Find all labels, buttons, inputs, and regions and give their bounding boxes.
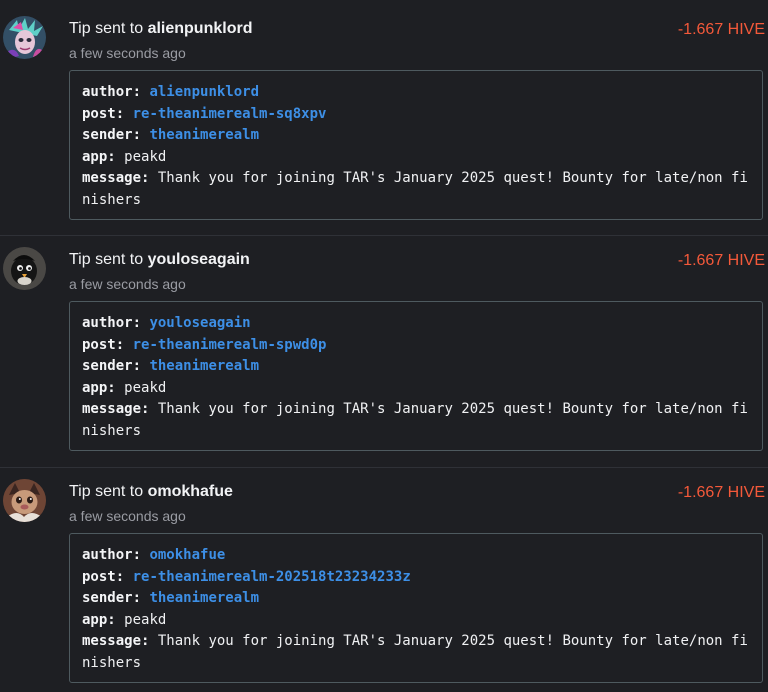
sender-row: sender: theanimerealm xyxy=(82,588,750,610)
author-key: author: xyxy=(82,84,142,100)
post-key: post: xyxy=(82,105,125,122)
recipient-link[interactable]: omokhafue xyxy=(148,483,233,500)
message-value: Thank you for joining TAR's January 2025… xyxy=(82,401,748,439)
timestamp: a few seconds ago xyxy=(69,508,186,524)
timestamp: a few seconds ago xyxy=(69,276,186,292)
tip-title: Tip sent to alienpunklord xyxy=(69,20,252,38)
tip-feed: Tip sent to alienpunklord -1.667 HIVE a … xyxy=(0,0,768,692)
app-value: peakd xyxy=(124,379,167,396)
author-key: author: xyxy=(82,547,142,563)
sender-key: sender: xyxy=(82,358,142,374)
tip-entry: Tip sent to youloseagain -1.667 HIVE a f… xyxy=(0,235,768,467)
post-row: post: re-theanimerealm-202518t23234233z xyxy=(82,567,750,589)
post-link[interactable]: re-theanimerealm-spwd0p xyxy=(133,337,327,353)
author-link[interactable]: omokhafue xyxy=(149,547,225,563)
tip-title: Tip sent to omokhafue xyxy=(69,483,233,501)
post-key: post: xyxy=(82,336,125,353)
app-key: app: xyxy=(82,611,116,628)
app-row: app: peakd xyxy=(82,378,750,400)
author-link[interactable]: alienpunklord xyxy=(149,84,259,100)
post-key: post: xyxy=(82,568,125,585)
author-row: author: alienpunklord xyxy=(82,82,750,104)
sender-link[interactable]: theanimerealm xyxy=(149,358,259,374)
recipient-link[interactable]: alienpunklord xyxy=(148,20,253,37)
sender-row: sender: theanimerealm xyxy=(82,125,750,147)
message-value: Thank you for joining TAR's January 2025… xyxy=(82,170,748,208)
message-key: message: xyxy=(82,401,150,417)
app-value: peakd xyxy=(124,148,167,165)
message-row: message: Thank you for joining TAR's Jan… xyxy=(82,399,750,442)
sender-row: sender: theanimerealm xyxy=(82,356,750,378)
recipient-link[interactable]: youloseagain xyxy=(148,251,250,268)
author-link[interactable]: youloseagain xyxy=(149,315,250,331)
avatar[interactable] xyxy=(3,16,46,59)
tip-entry: Tip sent to omokhafue -1.667 HIVE a few … xyxy=(0,467,768,692)
tip-entry: Tip sent to alienpunklord -1.667 HIVE a … xyxy=(0,4,768,236)
author-row: author: omokhafue xyxy=(82,545,750,567)
app-row: app: peakd xyxy=(82,610,750,632)
sender-key: sender: xyxy=(82,590,142,606)
message-key: message: xyxy=(82,633,150,649)
sender-link[interactable]: theanimerealm xyxy=(149,590,259,606)
message-value: Thank you for joining TAR's January 2025… xyxy=(82,633,748,671)
author-row: author: youloseagain xyxy=(82,313,750,335)
tip-details-box: author: youloseagain post: re-theanimere… xyxy=(69,301,763,451)
sender-link[interactable]: theanimerealm xyxy=(149,127,259,143)
post-row: post: re-theanimerealm-spwd0p xyxy=(82,335,750,357)
author-key: author: xyxy=(82,315,142,331)
title-prefix: Tip sent to xyxy=(69,20,148,37)
app-row: app: peakd xyxy=(82,147,750,169)
post-row: post: re-theanimerealm-sq8xpv xyxy=(82,104,750,126)
app-key: app: xyxy=(82,148,116,165)
sender-key: sender: xyxy=(82,127,142,143)
tip-title: Tip sent to youloseagain xyxy=(69,251,250,269)
app-key: app: xyxy=(82,379,116,396)
tip-amount: -1.667 HIVE xyxy=(677,252,765,269)
message-row: message: Thank you for joining TAR's Jan… xyxy=(82,168,750,211)
message-row: message: Thank you for joining TAR's Jan… xyxy=(82,631,750,674)
tip-details-box: author: alienpunklord post: re-theanimer… xyxy=(69,70,763,220)
tip-amount: -1.667 HIVE xyxy=(677,484,765,501)
app-value: peakd xyxy=(124,611,167,628)
post-link[interactable]: re-theanimerealm-202518t23234233z xyxy=(133,569,411,585)
message-key: message: xyxy=(82,170,150,186)
title-prefix: Tip sent to xyxy=(69,251,148,268)
tip-amount: -1.667 HIVE xyxy=(677,21,765,38)
avatar[interactable] xyxy=(3,479,46,522)
timestamp: a few seconds ago xyxy=(69,45,186,61)
title-prefix: Tip sent to xyxy=(69,483,148,500)
post-link[interactable]: re-theanimerealm-sq8xpv xyxy=(133,106,327,122)
avatar[interactable] xyxy=(3,247,46,290)
tip-details-box: author: omokhafue post: re-theanimerealm… xyxy=(69,533,763,683)
